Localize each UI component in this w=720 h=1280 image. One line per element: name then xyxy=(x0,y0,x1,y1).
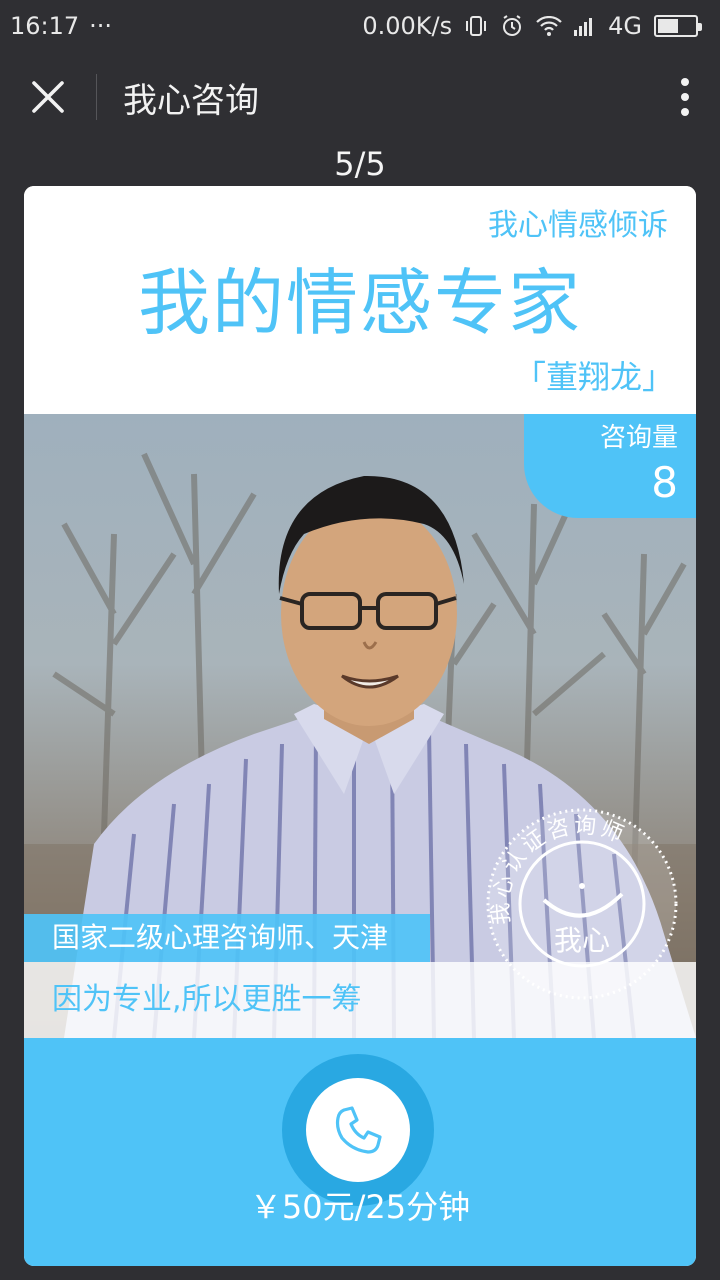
qualification-tag: 国家二级心理咨询师、天津 xyxy=(24,914,430,962)
title-bar: 我心咨询 xyxy=(0,52,720,142)
network-speed: 0.00K/s xyxy=(362,12,453,40)
wifi-icon xyxy=(536,16,562,36)
phone-icon xyxy=(335,1106,382,1154)
signal-icon xyxy=(574,16,596,36)
status-left: 16:17 ··· xyxy=(10,12,112,40)
seal-center-text: 我心 xyxy=(554,924,610,957)
page-title: 我心咨询 xyxy=(123,80,259,121)
card-subtitle: 我心情感倾诉 xyxy=(488,208,668,243)
consult-count-badge: 咨询量 8 xyxy=(524,414,696,518)
slogan: 因为专业,所以更胜一筹 xyxy=(24,962,696,1038)
expert-photo: 我心认证咨询师 我心 咨询量 8 国家二级心理咨询师、天津 因为专业,所以更胜一… xyxy=(24,414,696,1038)
title-divider xyxy=(96,74,97,120)
close-icon xyxy=(32,81,64,113)
close-button[interactable] xyxy=(0,52,96,142)
battery-level xyxy=(658,19,678,33)
card-header: 我心情感倾诉 我的情感专家 「董翔龙」 xyxy=(24,186,696,414)
status-bar: 16:17 ··· 0.00K/s 4G xyxy=(0,0,720,52)
vibrate-icon xyxy=(464,15,488,37)
call-button-inner[interactable] xyxy=(306,1078,410,1182)
consult-label: 咨询量 xyxy=(599,423,678,453)
price-label: ￥50元/25分钟 xyxy=(249,1188,471,1226)
more-vertical-icon xyxy=(681,78,689,116)
more-button[interactable] xyxy=(650,52,720,142)
status-time: 16:17 xyxy=(10,12,80,40)
consult-count: 8 xyxy=(651,458,678,507)
expert-card[interactable]: 我心情感倾诉 我的情感专家 「董翔龙」 我心认证咨询师 我心 咨询量 8 国家二… xyxy=(24,186,696,1266)
battery-icon xyxy=(654,15,702,37)
card-footer: ￥50元/25分钟 xyxy=(24,1038,696,1266)
status-right: 0.00K/s 4G xyxy=(362,12,702,40)
status-dots: ··· xyxy=(89,12,113,40)
card-title: 我的情感专家 xyxy=(137,261,582,345)
network-type: 4G xyxy=(608,12,642,40)
alarm-icon xyxy=(500,14,524,38)
expert-name: 「董翔龙」 xyxy=(513,358,674,396)
page-indicator: 5/5 xyxy=(334,145,386,183)
